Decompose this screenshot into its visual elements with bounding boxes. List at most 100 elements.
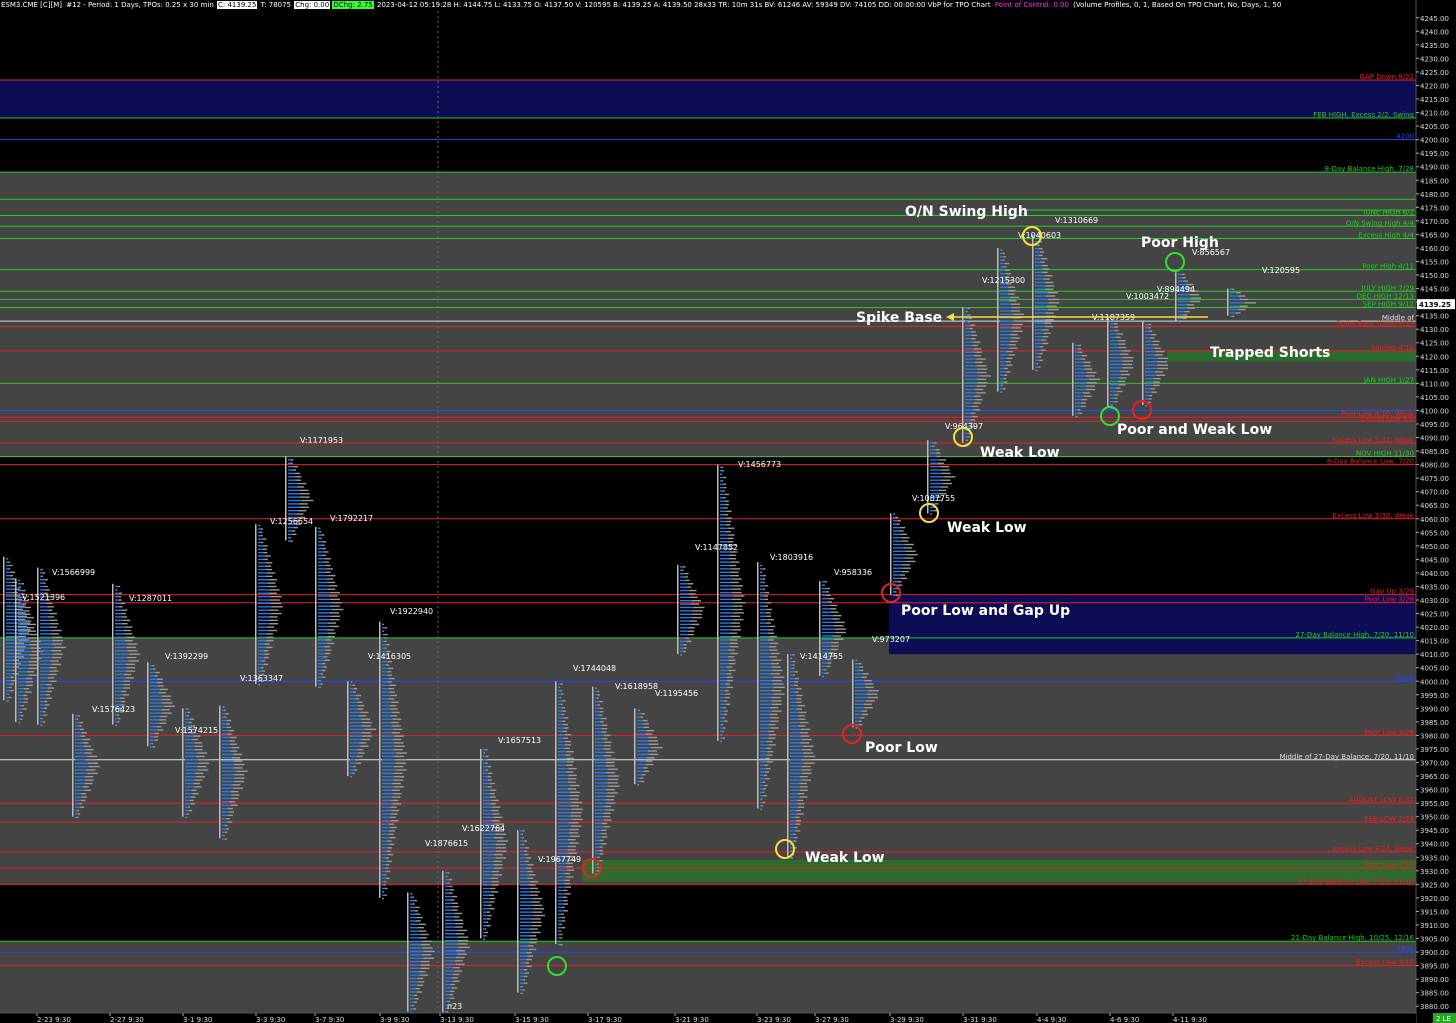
level-label: 27-Day Balance Low, 7/20, 11/10 xyxy=(1298,877,1414,885)
price-tick-label: 4090.00 xyxy=(1420,435,1449,443)
price-tick-label: 4040.00 xyxy=(1420,570,1449,578)
level-label: Excess Low 3/24, Weak xyxy=(1333,845,1415,853)
level-label: 27-Day Balance High, 7/20, 11/10 xyxy=(1295,631,1414,639)
volume-label: V:1215300 xyxy=(982,276,1025,285)
volume-label: V:1456773 xyxy=(738,460,781,469)
price-tick-label: 4230.00 xyxy=(1420,55,1449,63)
price-tick-label: 4215.00 xyxy=(1420,96,1449,104)
volume-label: V:1657513 xyxy=(498,736,541,745)
level-label: 21-Day Balance High, 10/25, 12/16 xyxy=(1291,934,1415,942)
price-tick-label: 4210.00 xyxy=(1420,110,1449,118)
level-label: SEP HIGH 9/12 xyxy=(1363,301,1414,309)
price-tick-label: 4095.00 xyxy=(1420,421,1449,429)
date-label: 3-31 9:30 xyxy=(963,1016,997,1023)
current-price-label: 4139.25 xyxy=(1419,301,1451,309)
price-tick-label: 4100.00 xyxy=(1420,407,1449,415)
level-label: 4200 xyxy=(1396,133,1414,141)
volume-label: V:120595 xyxy=(1262,266,1300,275)
price-tick-label: 4120.00 xyxy=(1420,353,1449,361)
annotation-label: Weak Low xyxy=(805,850,885,866)
balance-areas xyxy=(0,11,1416,1013)
price-tick-label: 3915.00 xyxy=(1420,908,1449,916)
date-label: 3-1 9:30 xyxy=(183,1016,212,1023)
price-tick-label: 4200.00 xyxy=(1420,137,1449,145)
price-tick-label: 3880.00 xyxy=(1420,1003,1449,1011)
price-tick-label: 4010.00 xyxy=(1420,651,1449,659)
level-label: Poor Low 3/17 xyxy=(1365,861,1414,869)
date-label: 3-27 9:30 xyxy=(815,1016,849,1023)
level-label: FEB HIGH, Excess 2/2, Swing xyxy=(1313,111,1414,119)
price-tick-label: 3890.00 xyxy=(1420,976,1449,984)
level-label: 8-Day Balance High, 7/28 xyxy=(1325,165,1414,173)
level-label: GAP Down 8/22 xyxy=(1360,73,1414,81)
volume-label: V:1195456 xyxy=(655,689,698,698)
volume-label: V:1087755 xyxy=(912,494,955,503)
tpo-chart[interactable]: GAP Down 8/22 FEB HIGH, Excess 2/2, Swing… xyxy=(0,0,1456,1023)
price-tick-label: 4145.00 xyxy=(1420,286,1449,294)
date-label: 4-11 9:30 xyxy=(1173,1016,1207,1023)
level-label: JULY HIGH 7/29 xyxy=(1360,284,1414,292)
level-label: DEC HIGH 12/13 xyxy=(1357,292,1414,300)
price-tick-label: 4030.00 xyxy=(1420,597,1449,605)
volume-label: V:964397 xyxy=(945,422,983,431)
price-tick-label: 4055.00 xyxy=(1420,529,1449,537)
price-tick-label: 3955.00 xyxy=(1420,800,1449,808)
volume-label: V:1922940 xyxy=(390,607,433,616)
price-tick-label: 3920.00 xyxy=(1420,895,1449,903)
date-axis[interactable]: 2-23 9:30 2-27 9:30 3-1 9:30 3-3 9:30 3-7 9:… xyxy=(0,1012,1416,1023)
volume-label: V:1416305 xyxy=(368,652,411,661)
level-label: Excess Low 3/31, Weak xyxy=(1333,436,1415,444)
price-tick-label: 3940.00 xyxy=(1420,841,1449,849)
price-tick-label: 3990.00 xyxy=(1420,705,1449,713)
level-label: Gap Up 3/29 xyxy=(1370,588,1414,596)
volume-label: V:1287011 xyxy=(129,594,172,603)
level-label: Excess Low 3/16 xyxy=(1356,959,1414,967)
price-tick-label: 4165.00 xyxy=(1420,231,1449,239)
price-axis[interactable]: 3880.00 3885.00 3890.00 3895.00 3900.00 3905.… xyxy=(1415,0,1456,1023)
price-tick-label: 3950.00 xyxy=(1420,814,1449,822)
volume-label: V:1792217 xyxy=(330,514,373,523)
annotation-label: Poor Low and Gap Up xyxy=(901,603,1070,619)
price-tick-label: 4005.00 xyxy=(1420,665,1449,673)
volume-label: V:1392299 xyxy=(165,652,208,661)
price-tick-label: 3930.00 xyxy=(1420,868,1449,876)
volume-label: V:1803916 xyxy=(770,553,813,562)
price-tick-label: 4155.00 xyxy=(1420,259,1449,267)
annotation-label: Weak Low xyxy=(947,520,1027,536)
price-tick-label: 3975.00 xyxy=(1420,746,1449,754)
volume-label: V:1618958 xyxy=(615,682,658,691)
volume-label: V:1147852 xyxy=(695,543,738,552)
volume-label: V:1256654 xyxy=(270,517,313,526)
27-day-balance-area xyxy=(0,637,1416,885)
level-marker xyxy=(919,503,939,523)
annotation-label: Spike Base xyxy=(856,310,942,326)
level-label: Poor High 4/11 xyxy=(1362,263,1414,271)
date-label: 4-4 9:30 xyxy=(1037,1016,1066,1023)
level-label: Excess High 4/4 xyxy=(1358,231,1414,239)
level-label: 3900 xyxy=(1396,945,1414,953)
price-tick-label: 4105.00 xyxy=(1420,394,1449,402)
price-tick-label: 4205.00 xyxy=(1420,123,1449,131)
date-label: 3-15 9:30 xyxy=(515,1016,549,1023)
date-label: 2-23 9:30 xyxy=(37,1016,71,1023)
volume-label: V:1566999 xyxy=(52,568,95,577)
price-tick-label: 4035.00 xyxy=(1420,583,1449,591)
volume-label: V:1576423 xyxy=(92,705,135,714)
price-tick-label: 4190.00 xyxy=(1420,164,1449,172)
level-label: NOV HIGH 11/30 xyxy=(1356,449,1414,457)
misc-label: n23 xyxy=(447,1002,462,1011)
price-tick-label: 4180.00 xyxy=(1420,191,1449,199)
date-label: 3-17 9:30 xyxy=(588,1016,622,1023)
level-label: 4000 xyxy=(1396,674,1414,682)
volume-label: V:1363347 xyxy=(240,674,283,683)
volume-label: V:1744048 xyxy=(573,664,616,673)
price-tick-label: 4170.00 xyxy=(1420,218,1449,226)
date-label: 3-23 9:30 xyxy=(757,1016,791,1023)
price-tick-label: 4110.00 xyxy=(1420,380,1449,388)
annotation-label: Weak Low xyxy=(980,445,1060,461)
date-label: 3-13 9:30 xyxy=(440,1016,474,1023)
price-tick-label: 4000.00 xyxy=(1420,678,1449,686)
level-label: Excess Low 3/30, Weak xyxy=(1333,512,1415,520)
gap-down-zone xyxy=(0,80,1416,118)
price-tick-label: 4085.00 xyxy=(1420,448,1449,456)
